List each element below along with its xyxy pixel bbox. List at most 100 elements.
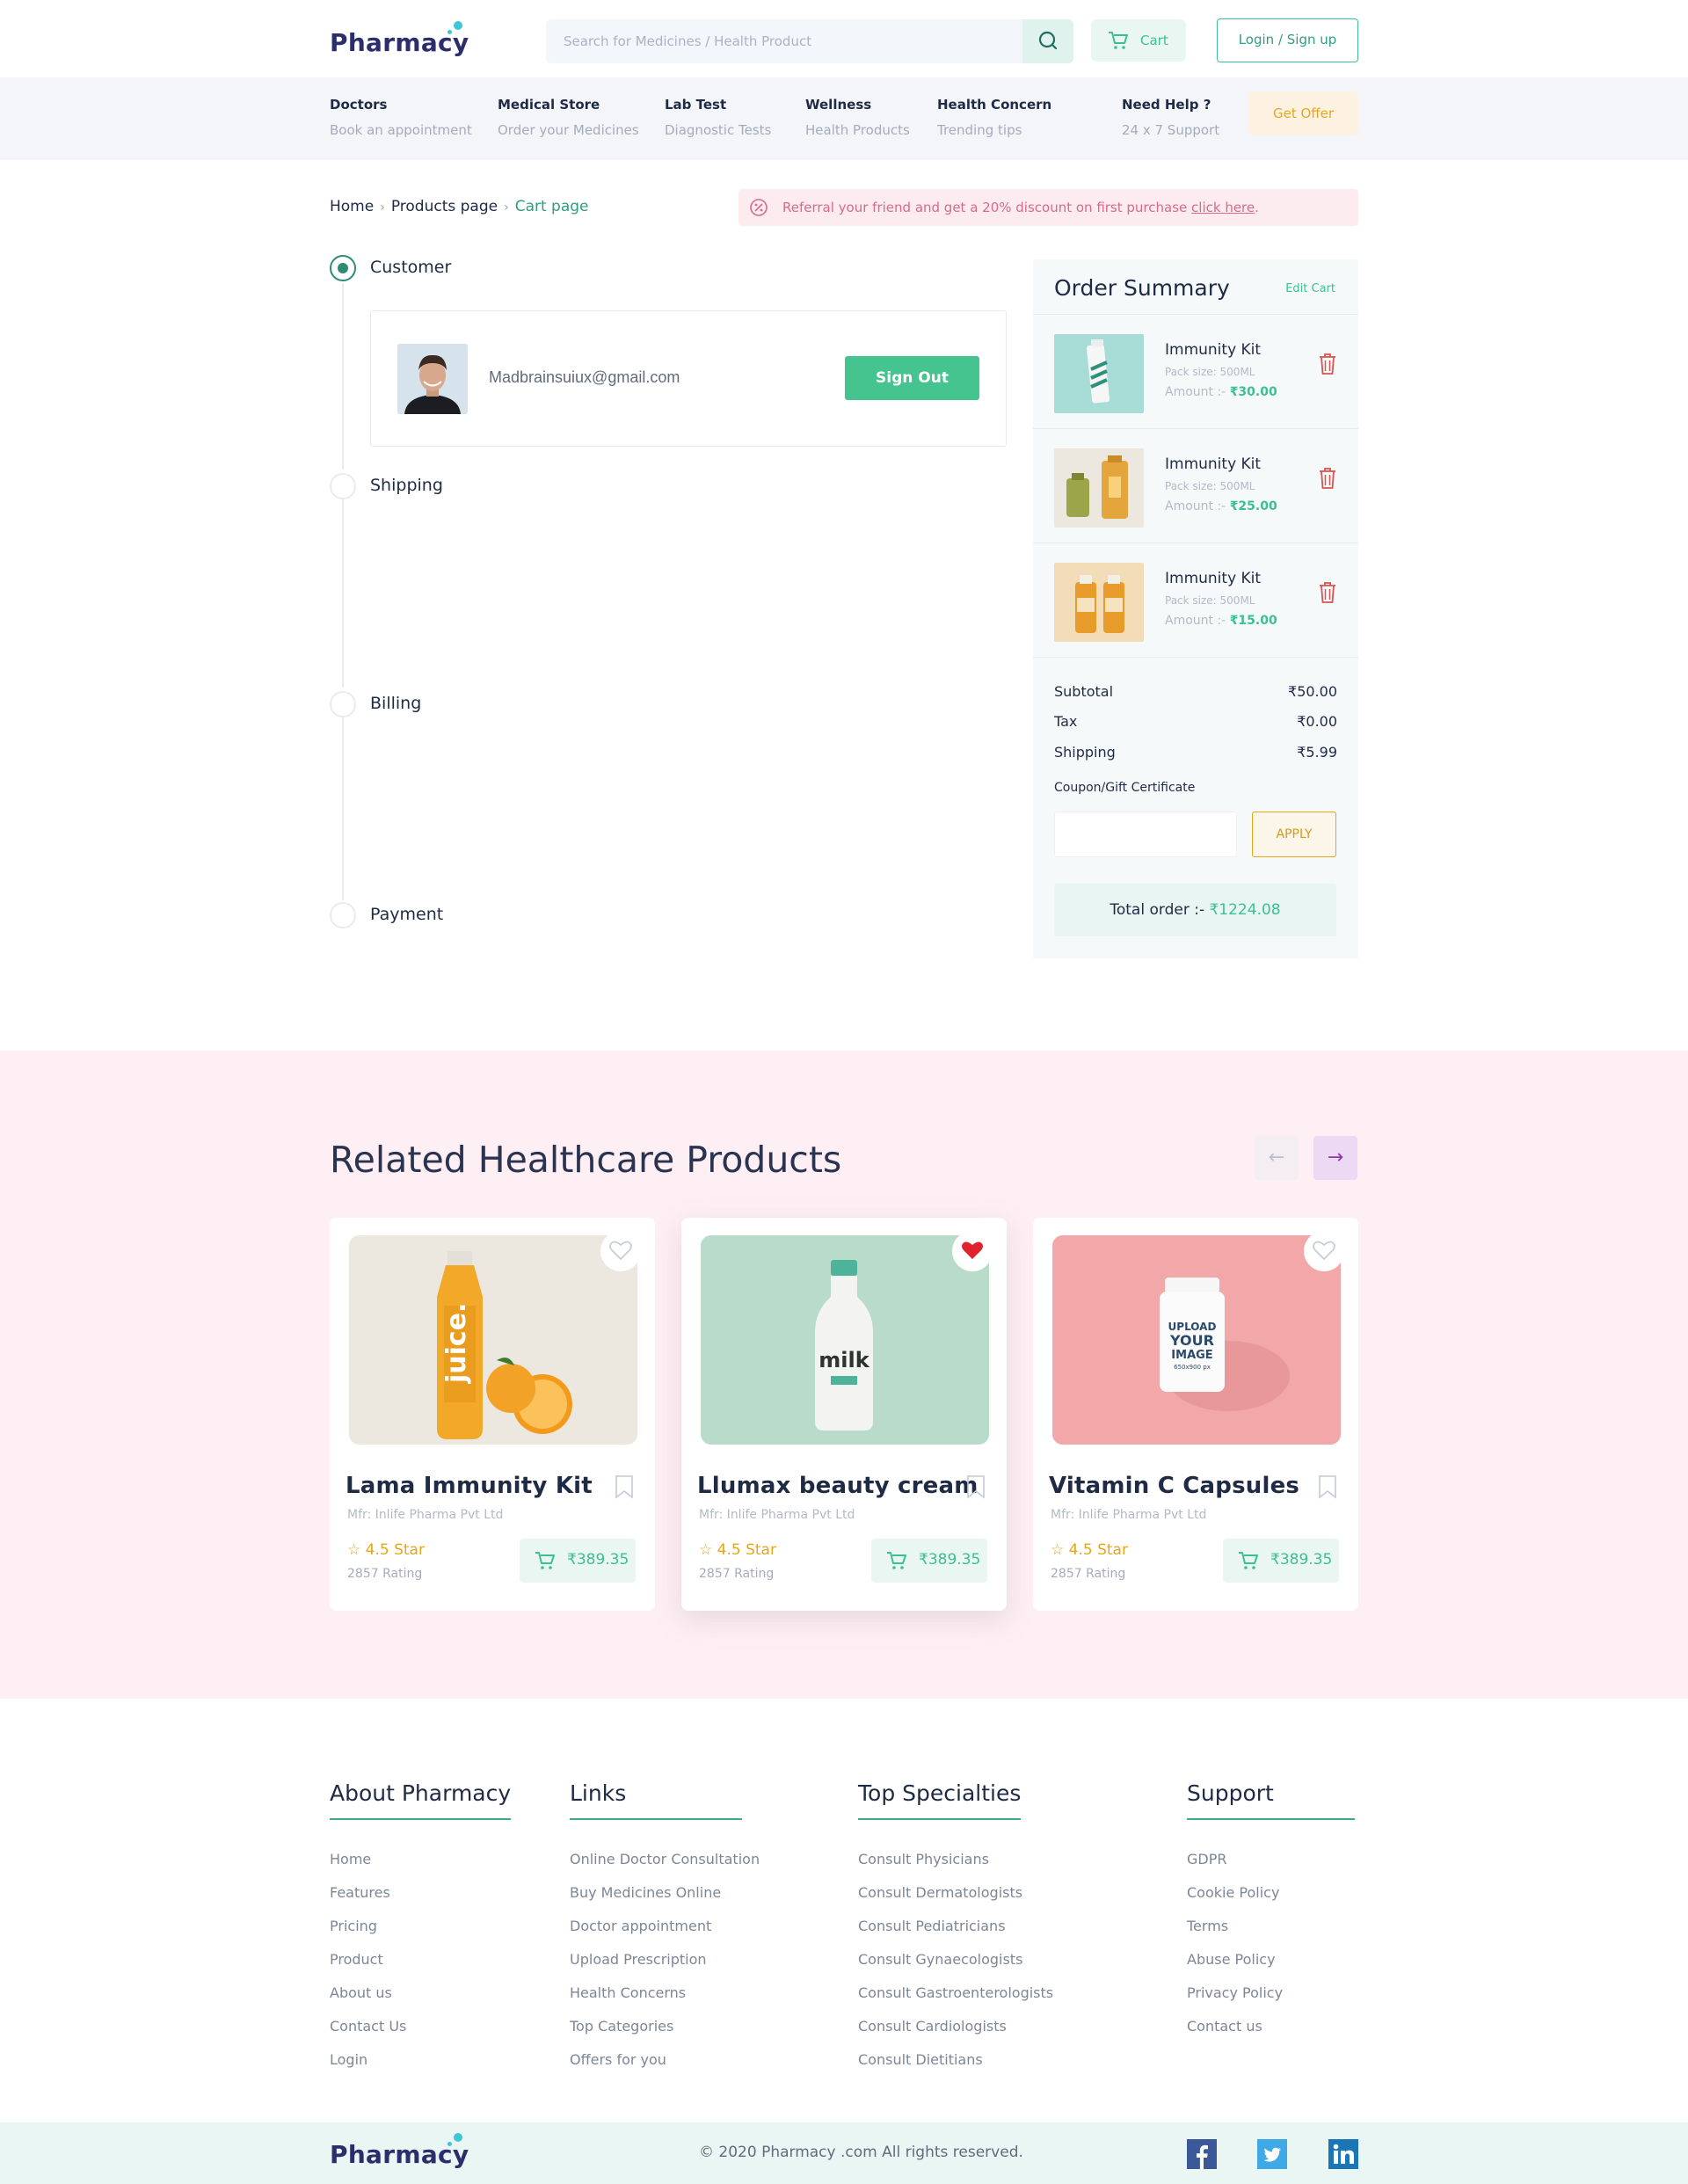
footer-link[interactable]: Consult Physicians: [858, 1843, 1053, 1876]
breadcrumb-products[interactable]: Products page: [391, 198, 498, 215]
footer-link[interactable]: GDPR: [1187, 1843, 1355, 1876]
bookmark-icon[interactable]: [615, 1474, 634, 1499]
nav-item-title: Health Concern: [937, 97, 1052, 113]
favorite-button[interactable]: [1304, 1231, 1344, 1271]
product-rating-count: 2857 Rating: [347, 1567, 423, 1581]
twitter-icon[interactable]: [1257, 2139, 1287, 2169]
divider: [1033, 657, 1358, 658]
footer-link[interactable]: Top Categories: [570, 2010, 760, 2043]
linkedin-icon[interactable]: [1328, 2139, 1358, 2169]
step-connector: [342, 499, 344, 688]
customer-card: Madbrainsuiux@gmail.com Sign Out: [370, 310, 1007, 447]
cart-button[interactable]: Cart: [1091, 19, 1186, 62]
footer-link[interactable]: Consult Pediatricians: [858, 1910, 1053, 1943]
trash-icon[interactable]: [1318, 580, 1337, 605]
favorite-button[interactable]: [952, 1231, 993, 1271]
nav-item-doctors[interactable]: Doctors Book an appointment: [330, 97, 472, 138]
footer-link[interactable]: Online Doctor Consultation: [570, 1843, 760, 1876]
nav-item-title: Doctors: [330, 97, 388, 113]
product-star-rating: ☆ 4.5 Star: [699, 1541, 776, 1559]
nav-item-medical-store[interactable]: Medical Store Order your Medicines: [498, 97, 639, 138]
nav-item-wellness[interactable]: Wellness Health Products: [805, 97, 910, 138]
facebook-icon[interactable]: [1187, 2139, 1217, 2169]
login-signup-button[interactable]: Login / Sign up: [1217, 18, 1358, 62]
star-icon: ☆: [347, 1541, 361, 1559]
footer-logo[interactable]: Pharmacy: [330, 2133, 469, 2169]
item-pack-size: Pack size: 500ML: [1165, 594, 1255, 607]
item-pack-size: Pack size: 500ML: [1165, 366, 1255, 378]
heart-icon: [1313, 1241, 1335, 1261]
referral-banner: Referral your friend and get a 20% disco…: [738, 189, 1358, 226]
referral-link[interactable]: click here: [1191, 200, 1255, 215]
product-star-rating: ☆ 4.5 Star: [1051, 1541, 1128, 1559]
apply-coupon-button[interactable]: APPLY: [1252, 812, 1336, 857]
footer-link[interactable]: Buy Medicines Online: [570, 1876, 760, 1910]
carousel-next-button[interactable]: →: [1313, 1136, 1357, 1180]
footer-link[interactable]: Abuse Policy: [1187, 1943, 1355, 1977]
step-connector: [342, 283, 344, 470]
nav-item-need-help[interactable]: Need Help ? 24 x 7 Support: [1122, 97, 1219, 138]
footer-link[interactable]: Consult Dermatologists: [858, 1876, 1053, 1910]
product-card[interactable]: juice. Lama Immunity Kit Mfr: Inlife Pha…: [330, 1218, 655, 1611]
cart-icon: [1109, 32, 1128, 49]
product-card[interactable]: milk Llumax beauty cream Mfr: Inlife Pha…: [681, 1218, 1007, 1611]
footer-link[interactable]: About us: [330, 1977, 511, 2010]
add-to-cart-button[interactable]: ₹389.35: [520, 1539, 636, 1583]
breadcrumb-home[interactable]: Home: [330, 198, 374, 215]
sign-out-button[interactable]: Sign Out: [845, 356, 979, 400]
coupon-input[interactable]: [1054, 812, 1237, 857]
product-card[interactable]: UPLOAD YOUR IMAGE 650x900 px Vitamin C C…: [1033, 1218, 1358, 1611]
trash-icon[interactable]: [1318, 352, 1337, 376]
product-name[interactable]: Vitamin C Capsules: [1049, 1473, 1299, 1499]
add-to-cart-button[interactable]: ₹389.35: [1223, 1539, 1339, 1583]
footer-link[interactable]: Consult Dietitians: [858, 2043, 1053, 2077]
footer-link[interactable]: Doctor appointment: [570, 1910, 760, 1943]
cart-icon: [887, 1552, 906, 1569]
add-to-cart-button[interactable]: ₹389.35: [871, 1539, 987, 1583]
product-price: ₹389.35: [567, 1551, 629, 1569]
footer-link[interactable]: Login: [330, 2043, 511, 2077]
footer-specialties: Top Specialties Consult Physicians Consu…: [858, 1780, 1053, 2077]
footer-link[interactable]: Contact us: [1187, 2010, 1355, 2043]
step-indicator: [330, 902, 356, 928]
footer-link[interactable]: Privacy Policy: [1187, 1977, 1355, 2010]
footer-link[interactable]: Offers for you: [570, 2043, 760, 2077]
carousel-prev-button[interactable]: ←: [1255, 1136, 1299, 1180]
footer-links: Links Online Doctor Consultation Buy Med…: [570, 1780, 760, 2077]
trash-icon[interactable]: [1318, 466, 1337, 491]
get-offer-button[interactable]: Get Offer: [1248, 91, 1358, 135]
heart-icon: [609, 1241, 632, 1261]
product-star-rating: ☆ 4.5 Star: [347, 1541, 425, 1559]
nav-item-health-concern[interactable]: Health Concern Trending tips: [937, 97, 1051, 138]
footer-link[interactable]: Pricing: [330, 1910, 511, 1943]
edit-cart-link[interactable]: Edit Cart: [1285, 282, 1335, 295]
footer-link[interactable]: Features: [330, 1876, 511, 1910]
chevron-right-icon: ›: [504, 200, 509, 215]
chevron-right-icon: ›: [380, 200, 385, 215]
product-name[interactable]: Llumax beauty cream: [697, 1473, 978, 1499]
summary-item: Immunity Kit Pack size: 500ML Amount :- …: [1033, 314, 1358, 428]
product-manufacturer: Mfr: Inlife Pharma Pvt Ltd: [1051, 1508, 1207, 1522]
footer-link[interactable]: Health Concerns: [570, 1977, 760, 2010]
bookmark-icon[interactable]: [1318, 1474, 1337, 1499]
footer-link[interactable]: Contact Us: [330, 2010, 511, 2043]
brand-logo[interactable]: Pharmacy: [330, 21, 469, 57]
product-image: juice.: [349, 1235, 637, 1445]
nav-item-lab-test[interactable]: Lab Test Diagnostic Tests: [665, 97, 771, 138]
footer-link[interactable]: Consult Cardiologists: [858, 2010, 1053, 2043]
footer-link[interactable]: Product: [330, 1943, 511, 1977]
footer-link[interactable]: Upload Prescription: [570, 1943, 760, 1977]
footer-link[interactable]: Consult Gastroenterologists: [858, 1977, 1053, 2010]
referral-text: Referral your friend and get a 20% disco…: [782, 200, 1259, 215]
product-name[interactable]: Lama Immunity Kit: [346, 1473, 593, 1499]
footer-link[interactable]: Terms: [1187, 1910, 1355, 1943]
customer-email: Madbrainsuiux@gmail.com: [489, 368, 680, 386]
bookmark-icon[interactable]: [966, 1474, 986, 1499]
footer-link[interactable]: Cookie Policy: [1187, 1876, 1355, 1910]
favorite-button[interactable]: [600, 1231, 641, 1271]
search-button[interactable]: [1022, 19, 1073, 63]
search-input[interactable]: Search for Medicines / Health Product: [564, 33, 811, 49]
item-amount: Amount :- ₹15.00: [1165, 614, 1277, 628]
footer-link[interactable]: Home: [330, 1843, 511, 1876]
footer-link[interactable]: Consult Gynaecologists: [858, 1943, 1053, 1977]
